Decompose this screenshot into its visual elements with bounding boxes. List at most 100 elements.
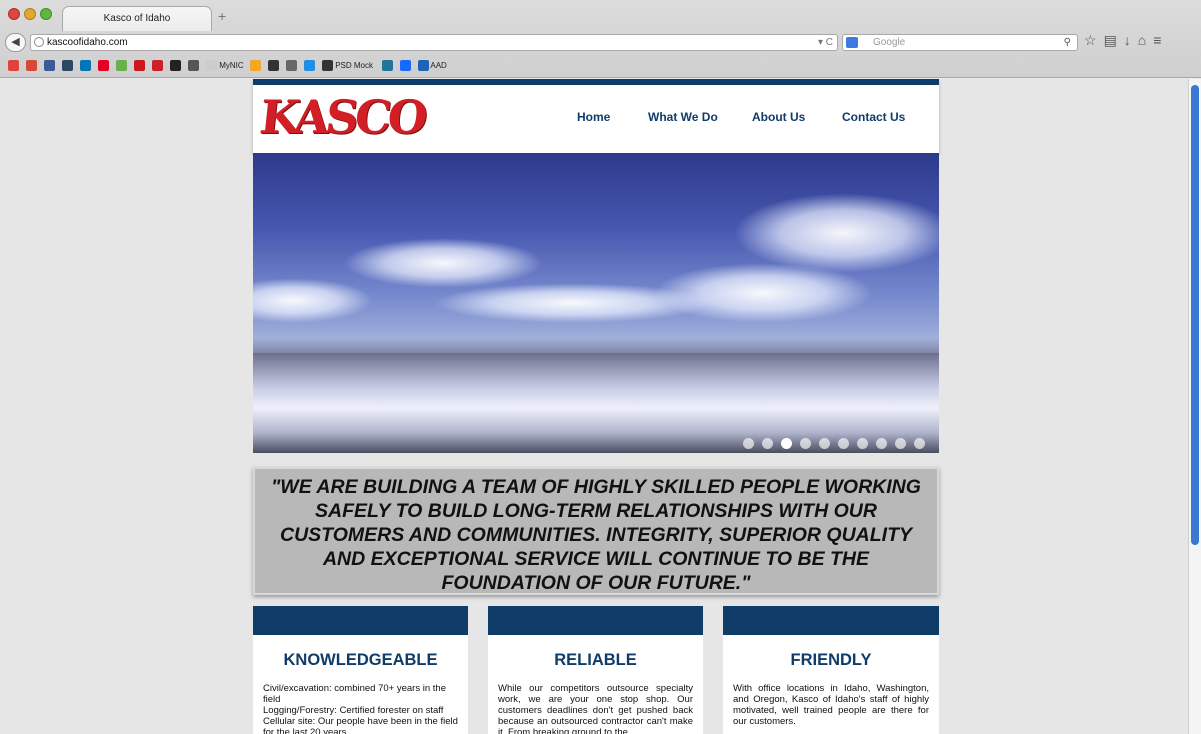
cloud [253,278,373,323]
site-header: KASCO Home What We Do About Us Contact U… [253,79,939,153]
slider-dot[interactable] [876,438,887,449]
nav-about-us[interactable]: About Us [752,110,805,124]
bookmark-item[interactable] [116,60,127,72]
search-icon[interactable]: ⚲ [1064,35,1071,50]
web-page: KASCO Home What We Do About Us Contact U… [0,79,1188,734]
page-scrollbar[interactable] [1188,79,1201,734]
bookmark-item[interactable] [188,60,199,72]
slider-dot[interactable] [857,438,868,449]
card-header-bar [723,606,939,635]
bookmark-icon [80,60,91,72]
navigation-bar: ◀ kascoofidaho.com ▾ C Google ⚲ ☆▤↓⌂≡ [0,31,1201,53]
bookmark-item[interactable] [8,60,19,72]
card-title: FRIENDLY [790,651,872,669]
minimize-window-icon[interactable] [24,8,36,20]
card-title: RELIABLE [554,651,637,669]
search-bar[interactable]: Google ⚲ [842,34,1078,51]
mission-quote: "WE ARE BUILDING A TEAM OF HIGHLY SKILLE… [253,467,939,595]
bookmark-icon [399,60,411,72]
card-reliable: RELIABLE While our competitors outsource… [488,606,703,734]
new-tab-button[interactable]: + [218,8,226,24]
slider-dot[interactable] [895,438,906,449]
bookmark-item[interactable] [62,60,73,72]
card-text: Civil/excavation: combined 70+ years in … [263,683,458,734]
menu-icon[interactable]: ≡ [1153,32,1168,48]
back-button[interactable]: ◀ [5,33,26,52]
toolbar-icons: ☆▤↓⌂≡ [1084,32,1168,49]
bookmark-item[interactable] [268,60,279,72]
bookmark-item[interactable] [250,60,261,72]
close-window-icon[interactable] [8,8,20,20]
card-title: KNOWLEDGEABLE [283,651,438,669]
bookmark-icon [381,60,393,72]
cloud [433,283,713,323]
card-knowledgeable: KNOWLEDGEABLE Civil/excavation: combined… [253,606,468,734]
bookmark-item[interactable]: PSD Mock [322,60,373,72]
bookmark-item[interactable] [80,60,91,72]
cloud [343,238,543,288]
slider-dot[interactable] [838,438,849,449]
bookmark-item[interactable] [399,60,411,72]
bookmark-item[interactable]: AAD [417,60,447,72]
bookmark-icon [134,60,145,72]
slider-dot[interactable] [800,438,811,449]
bookmark-icon [268,60,279,72]
tab-title: Kasco of Idaho [103,13,171,24]
bookmark-icon [170,60,181,72]
bookmark-item[interactable] [26,60,37,72]
bookmark-icon [417,60,429,72]
bookmark-item[interactable] [134,60,145,72]
slider-dots [735,436,925,449]
zoom-window-icon[interactable] [40,8,52,20]
bookmark-star-icon[interactable]: ☆ [1084,32,1104,48]
download-icon[interactable]: ↓ [1124,32,1138,48]
bookmark-label: MyNIC [217,61,244,70]
card-line: Civil/excavation: combined 70+ years in … [263,683,446,705]
slider-dot[interactable] [762,438,773,449]
bookmark-item[interactable] [286,60,297,72]
bookmark-item[interactable]: MyNIC [206,60,244,72]
cloud [733,193,939,273]
bookmark-icon [304,60,315,72]
kasco-logo[interactable]: KASCO [257,90,426,144]
nav-contact-us[interactable]: Contact Us [842,110,905,124]
bookmark-item[interactable] [381,60,393,72]
address-bar[interactable]: kascoofidaho.com ▾ C [30,34,838,51]
reload-icon[interactable]: ▾ C [818,35,833,50]
site-container: KASCO Home What We Do About Us Contact U… [253,79,939,734]
home-icon[interactable]: ⌂ [1138,32,1153,48]
bookmark-item[interactable] [170,60,181,72]
bookmark-icon [26,60,37,72]
bookmark-item[interactable] [98,60,109,72]
bookmark-icon [44,60,55,72]
bookmark-item[interactable] [304,60,315,72]
search-engine-icon[interactable] [846,37,858,48]
card-text: While our competitors outsource specialt… [498,683,693,734]
browser-chrome: Kasco of Idaho + ◀ kascoofidaho.com ▾ C … [0,0,1201,78]
bookmark-label: PSD Mock [333,61,374,70]
bookmark-icon [188,60,199,72]
card-header-bar [488,606,703,635]
nav-what-we-do[interactable]: What We Do [648,110,718,124]
bookmark-icon [322,60,333,72]
slider-dot[interactable] [743,438,754,449]
bookmark-item[interactable] [152,60,163,72]
slider-dot[interactable] [914,438,925,449]
bookmark-label: AAD [428,61,447,70]
url-text: kascoofidaho.com [47,37,128,48]
slider-dot[interactable] [819,438,830,449]
nav-home[interactable]: Home [577,110,610,124]
hero-slider[interactable] [253,153,939,453]
bookmark-icon [116,60,127,72]
bookmark-item[interactable] [44,60,55,72]
search-placeholder: Google [873,37,906,48]
card-line: Logging/Forestry: Certified forester on … [263,705,444,716]
bookmark-icon [98,60,109,72]
globe-icon [34,37,44,47]
slider-dot[interactable] [781,438,792,449]
tab-bar: Kasco of Idaho + [0,0,1201,31]
reader-icon[interactable]: ▤ [1104,32,1124,48]
scrollbar-thumb[interactable] [1191,85,1199,545]
card-text: With office locations in Idaho, Washingt… [733,683,929,727]
browser-tab[interactable]: Kasco of Idaho [62,6,212,31]
